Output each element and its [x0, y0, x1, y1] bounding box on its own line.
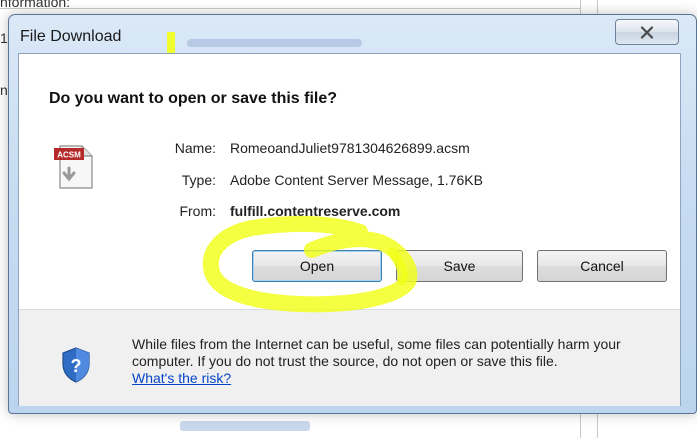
- from-label: From:: [179, 203, 216, 219]
- open-button[interactable]: Open: [252, 250, 382, 282]
- name-label: Name:: [174, 140, 216, 156]
- type-label: Type:: [181, 172, 216, 188]
- save-button[interactable]: Save: [396, 250, 523, 282]
- background-text: 1: [0, 30, 8, 46]
- file-download-dialog: File Download Do you want to open or sav…: [8, 14, 697, 414]
- file-source-value: fulfill.contentreserve.com: [230, 203, 401, 219]
- background-blurred-text: [187, 39, 362, 47]
- background-blurred-text: [180, 421, 310, 431]
- svg-text:?: ?: [71, 356, 82, 376]
- dialog-content: Do you want to open or save this file? A…: [18, 53, 681, 406]
- file-name-value: RomeoandJuliet9781304626899.acsm: [230, 140, 470, 156]
- highlighter-mark: [167, 32, 175, 54]
- close-icon: [640, 25, 654, 39]
- dialog-titlebar[interactable]: File Download: [9, 15, 696, 55]
- security-shield-icon: ?: [62, 347, 90, 383]
- background-divider: [0, 8, 580, 9]
- background-text: n: [0, 82, 8, 98]
- acsm-file-icon: ACSM: [54, 145, 93, 189]
- cancel-button[interactable]: Cancel: [537, 250, 667, 282]
- close-button[interactable]: [615, 19, 679, 45]
- dialog-title: File Download: [20, 28, 122, 45]
- warning-message: While files from the Internet can be use…: [132, 336, 680, 387]
- file-icon-label: ACSM: [57, 151, 81, 160]
- warning-text: While files from the Internet can be use…: [132, 336, 621, 369]
- dialog-question: Do you want to open or save this file?: [49, 90, 338, 107]
- file-type-value: Adobe Content Server Message, 1.76KB: [230, 172, 483, 188]
- whats-the-risk-link[interactable]: What's the risk?: [132, 370, 231, 386]
